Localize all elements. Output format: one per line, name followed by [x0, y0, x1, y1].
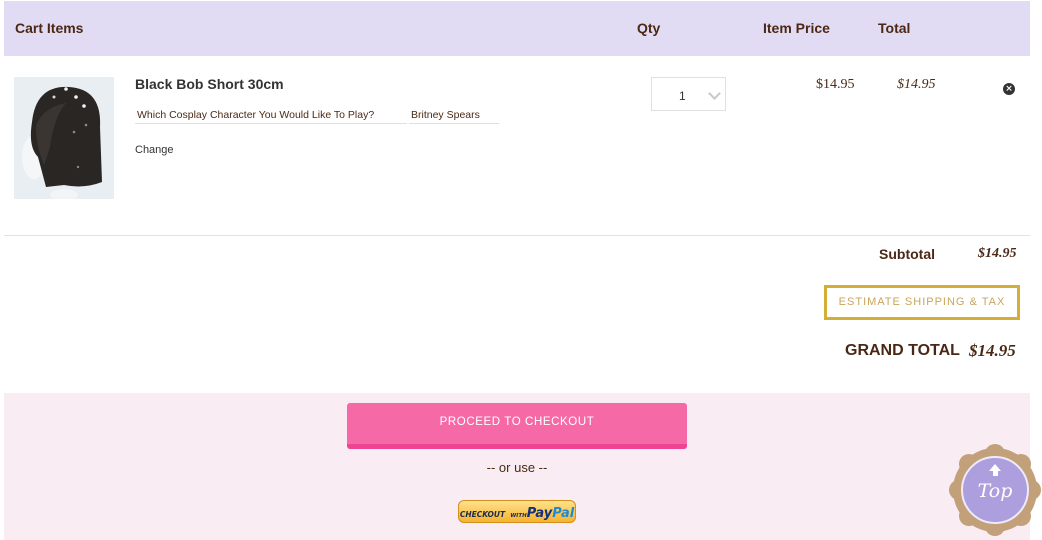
- quantity-value: 1: [679, 89, 686, 103]
- paypal-checkout-button[interactable]: CHECKOUT WITHPayPal: [458, 500, 576, 523]
- item-total: $14.95: [897, 77, 936, 92]
- subtotal-value: $14.95: [978, 246, 1017, 261]
- cart-table-header: Cart Items Qty Item Price Total: [4, 1, 1030, 56]
- column-header-qty: Qty: [637, 20, 661, 36]
- estimate-shipping-tax-button[interactable]: ESTIMATE SHIPPING & TAX: [824, 285, 1020, 320]
- product-name[interactable]: Black Bob Short 30cm: [135, 76, 284, 92]
- arrow-up-icon-stem: [993, 471, 998, 476]
- divider: [4, 235, 1030, 236]
- option-answer: Britney Spears: [409, 109, 499, 124]
- quantity-select[interactable]: 1: [651, 77, 726, 111]
- paypal-logo-pal: Pal: [552, 506, 575, 521]
- arrow-up-icon: [989, 464, 1001, 471]
- option-question: Which Cosplay Character You Would Like T…: [135, 109, 407, 124]
- back-to-top-button[interactable]: Top: [949, 444, 1041, 536]
- grand-total-label: GRAND TOTAL: [845, 342, 960, 359]
- column-header-item-price: Item Price: [763, 20, 830, 36]
- column-header-total: Total: [878, 20, 911, 36]
- subtotal-label: Subtotal: [879, 246, 935, 262]
- grand-total-value: $14.95: [969, 341, 1016, 360]
- item-price: $14.95: [816, 77, 855, 92]
- paypal-logo-pay: Pay: [526, 506, 553, 521]
- product-thumbnail[interactable]: [14, 77, 114, 199]
- wig-image-icon: [14, 77, 114, 199]
- proceed-to-checkout-button[interactable]: PROCEED TO CHECKOUT: [347, 403, 687, 449]
- close-circle-icon: ×: [1005, 84, 1013, 94]
- or-use-text: -- or use --: [486, 460, 548, 475]
- column-header-cart-items: Cart Items: [15, 20, 84, 36]
- paypal-prefix: CHECKOUT: [459, 510, 506, 519]
- top-label: Top: [977, 480, 1013, 502]
- chevron-down-icon: [708, 87, 721, 100]
- remove-item-button[interactable]: ×: [1003, 83, 1015, 95]
- change-option-link[interactable]: Change: [135, 144, 174, 156]
- paypal-with: WITH: [510, 513, 527, 519]
